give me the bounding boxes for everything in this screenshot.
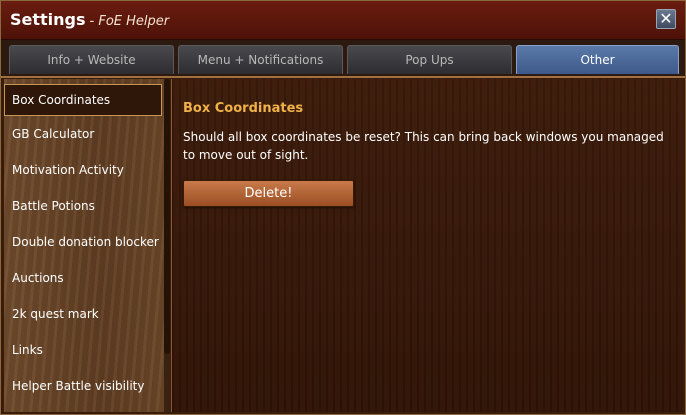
sidebar-item-box-coordinates[interactable]: Box Coordinates	[4, 84, 162, 116]
sidebar-scrollbar[interactable]	[164, 79, 170, 412]
delete-button[interactable]: Delete!	[183, 180, 354, 207]
window-title: Settings - FoE Helper	[10, 10, 169, 29]
settings-window: Settings - FoE Helper ✕ Info + Website Me…	[0, 0, 686, 415]
title-bar[interactable]: Settings - FoE Helper ✕	[1, 1, 685, 40]
tab-other[interactable]: Other	[516, 45, 679, 74]
sidebar-scroll-thumb[interactable]	[164, 79, 170, 354]
close-icon: ✕	[659, 9, 673, 28]
sidebar-item-battle-potions[interactable]: Battle Potions	[4, 190, 162, 222]
tab-info-website[interactable]: Info + Website	[9, 45, 174, 74]
sidebar-item-gb-calculator[interactable]: GB Calculator	[4, 118, 162, 150]
section-description: Should all box coordinates be reset? Thi…	[183, 130, 664, 162]
sidebar-item-auctions[interactable]: Auctions	[4, 262, 162, 294]
close-button[interactable]: ✕	[656, 9, 676, 29]
section-title: Box Coordinates	[183, 101, 304, 116]
content-panel: Box Coordinates Should all box coordinat…	[171, 79, 683, 412]
sidebar-item-double-donation-blocker[interactable]: Double donation blocker	[4, 226, 162, 258]
tab-menu-notifications[interactable]: Menu + Notifications	[178, 45, 343, 74]
sidebar: Box Coordinates GB Calculator Motivation…	[4, 79, 170, 412]
tab-pop-ups[interactable]: Pop Ups	[347, 45, 512, 74]
sidebar-item-helper-battle-visibility[interactable]: Helper Battle visibility	[4, 370, 162, 402]
sidebar-item-links[interactable]: Links	[4, 334, 162, 366]
sidebar-item-2k-quest-mark[interactable]: 2k quest mark	[4, 298, 162, 330]
window-title-text: Settings	[10, 10, 86, 29]
sidebar-item-motivation-activity[interactable]: Motivation Activity	[4, 154, 162, 186]
window-subtitle: - FoE Helper	[89, 14, 170, 29]
tab-strip: Info + Website Menu + Notifications Pop …	[1, 40, 685, 78]
